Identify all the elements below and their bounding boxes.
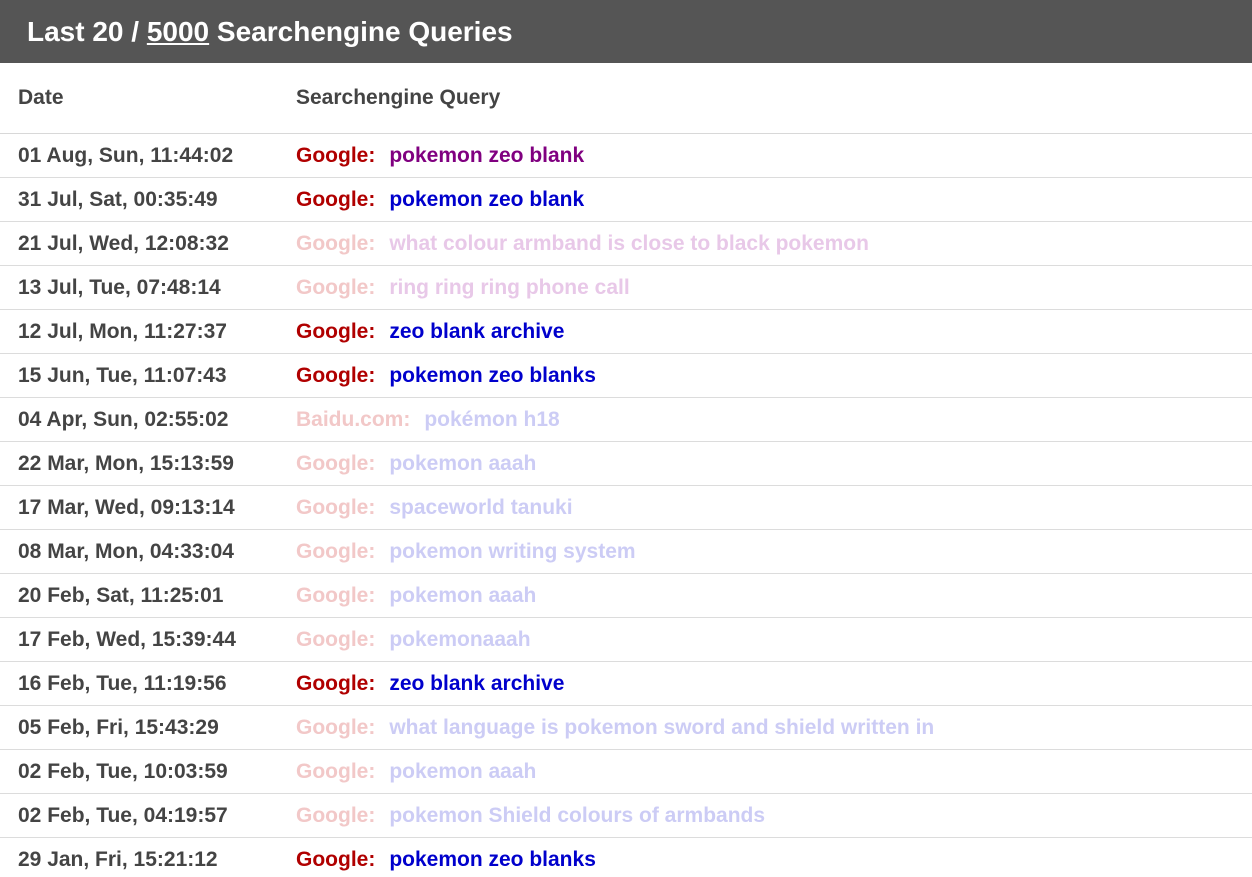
search-query-link[interactable]: ring ring ring phone call [389,276,629,299]
search-query-link[interactable]: pokemon zeo blanks [389,848,596,871]
search-engine-label: Google: [296,187,376,211]
row-date: 08 Mar, Mon, 04:33:04 [0,529,278,574]
table-row: 22 Mar, Mon, 15:13:59 Google: pokemon aaah [0,441,1252,486]
search-engine-label: Google: [296,495,376,519]
table-row: 02 Feb, Tue, 04:19:57 Google: pokemon Shie… [0,793,1252,838]
table-row: 21 Jul, Wed, 12:08:32 Google: what colour … [0,221,1252,266]
table-header: Date Searchengine Query [0,63,1252,134]
row-query-cell: Google: what colour armband is close to b… [278,221,1252,266]
search-engine-label: Baidu.com: [296,407,411,431]
row-date: 17 Feb, Wed, 15:39:44 [0,617,278,662]
search-engine-label: Google: [296,319,376,343]
row-date: 12 Jul, Mon, 11:27:37 [0,309,278,354]
search-query-link[interactable]: zeo blank archive [389,672,564,695]
search-engine-label: Google: [296,847,376,871]
row-date: 16 Feb, Tue, 11:19:56 [0,661,278,706]
table-row: 31 Jul, Sat, 00:35:49 Google: pokemon zeo … [0,177,1252,222]
table-row: 12 Jul, Mon, 11:27:37 Google: zeo blank ar… [0,309,1252,354]
table-row: 17 Mar, Wed, 09:13:14 Google: spaceworld t… [0,485,1252,530]
row-date: 04 Apr, Sun, 02:55:02 [0,397,278,442]
search-query-link[interactable]: pokemonaaah [389,628,530,651]
search-query-link[interactable]: pokemon aaah [389,760,536,783]
table-body: 01 Aug, Sun, 11:44:02 Google: pokemon zeo … [0,133,1252,877]
search-engine-label: Google: [296,759,376,783]
row-query-cell: Google: pokemon aaah [278,749,1252,794]
search-query-link[interactable]: pokemon aaah [389,452,536,475]
search-query-link[interactable]: zeo blank archive [389,320,564,343]
row-date: 15 Jun, Tue, 11:07:43 [0,353,278,398]
table-row: 15 Jun, Tue, 11:07:43 Google: pokemon zeo … [0,353,1252,398]
search-query-link[interactable]: what colour armband is close to black po… [389,232,869,255]
search-engine-label: Google: [296,143,376,167]
row-query-cell: Google: pokemon zeo blanks [278,353,1252,398]
row-query-cell: Google: pokemon aaah [278,441,1252,486]
search-query-link[interactable]: pokemon Shield colours of armbands [389,804,765,827]
header-suffix: Searchengine Queries [209,16,513,47]
table-row: 20 Feb, Sat, 11:25:01 Google: pokemon aaah [0,573,1252,618]
row-query-cell: Google: zeo blank archive [278,661,1252,706]
search-engine-label: Google: [296,803,376,827]
search-query-link[interactable]: pokémon h18 [424,408,559,431]
header-row: Date Searchengine Query [0,63,1252,134]
row-query-cell: Google: pokemon aaah [278,573,1252,618]
row-date: 05 Feb, Fri, 15:43:29 [0,705,278,750]
search-engine-label: Google: [296,627,376,651]
row-query-cell: Baidu.com: pokémon h18 [278,397,1252,442]
row-query-cell: Google: pokemon writing system [278,529,1252,574]
search-query-link[interactable]: pokemon aaah [389,584,536,607]
row-date: 29 Jan, Fri, 15:21:12 [18,847,218,871]
table-row: 17 Feb, Wed, 15:39:44 Google: pokemonaaah [0,617,1252,662]
search-query-link[interactable]: pokemon zeo blanks [389,364,596,387]
search-engine-label: Google: [296,671,376,695]
row-query-cell: Google: ring ring ring phone call [278,265,1252,310]
search-engine-label: Google: [296,275,376,299]
search-engine-label: Google: [296,583,376,607]
row-query-cell: Google: pokemon Shield colours of armband… [278,793,1252,838]
row-query-cell: Google: pokemon zeo blank [278,177,1252,222]
search-engine-label: Google: [296,715,376,739]
column-header-date: Date [0,63,278,134]
row-date: 17 Mar, Wed, 09:13:14 [0,485,278,530]
search-query-link[interactable]: spaceworld tanuki [389,496,572,519]
search-engine-label: Google: [296,539,376,563]
total-queries-link[interactable]: 5000 [147,16,209,47]
search-engine-label: Google: [296,231,376,255]
row-date: 02 Feb, Tue, 04:19:57 [0,793,278,838]
table-row: 08 Mar, Mon, 04:33:04 Google: pokemon writ… [0,529,1252,574]
table-row: 01 Aug, Sun, 11:44:02 Google: pokemon zeo … [0,133,1252,178]
row-date: 31 Jul, Sat, 00:35:49 [0,177,278,222]
table-row: 29 Jan, Fri, 15:21:12 Google: pokemon zeo … [0,838,1252,877]
row-query-cell: Google: pokemonaaah [278,617,1252,662]
row-query-cell: Google: zeo blank archive [278,309,1252,354]
row-date: 01 Aug, Sun, 11:44:02 [0,133,278,178]
table-row: 02 Feb, Tue, 10:03:59 Google: pokemon aaah [0,749,1252,794]
search-engine-label: Google: [296,363,376,387]
row-date: 22 Mar, Mon, 15:13:59 [0,441,278,486]
search-query-link[interactable]: pokemon zeo blank [389,144,584,167]
queries-table: Date Searchengine Query 01 Aug, Sun, 11:… [0,63,1252,877]
row-query-cell: Google: pokemon zeo blanks [278,838,1252,877]
row-query-cell: Google: pokemon zeo blank [278,133,1252,178]
search-engine-label: Google: [296,451,376,475]
search-query-link[interactable]: pokemon zeo blank [389,188,584,211]
header-prefix: Last 20 / [27,16,147,47]
row-date: 20 Feb, Sat, 11:25:01 [0,573,278,618]
search-query-link[interactable]: what language is pokemon sword and shiel… [389,716,934,739]
table-row: 13 Jul, Tue, 07:48:14 Google: ring ring ri… [0,265,1252,310]
search-query-link[interactable]: pokemon writing system [389,540,635,563]
row-query-cell: Google: what language is pokemon sword an… [278,705,1252,750]
column-header-query: Searchengine Query [278,63,1252,134]
row-query-cell: Google: spaceworld tanuki [278,485,1252,530]
table-row: 04 Apr, Sun, 02:55:02 Baidu.com: pokémon h… [0,397,1252,442]
page-header: Last 20 / 5000 Searchengine Queries [0,0,1252,63]
row-date: 13 Jul, Tue, 07:48:14 [0,265,278,310]
table-row: 16 Feb, Tue, 11:19:56 Google: zeo blank ar… [0,661,1252,706]
table-row: 05 Feb, Fri, 15:43:29 Google: what languag… [0,705,1252,750]
row-date: 02 Feb, Tue, 10:03:59 [0,749,278,794]
row-date: 21 Jul, Wed, 12:08:32 [0,221,278,266]
